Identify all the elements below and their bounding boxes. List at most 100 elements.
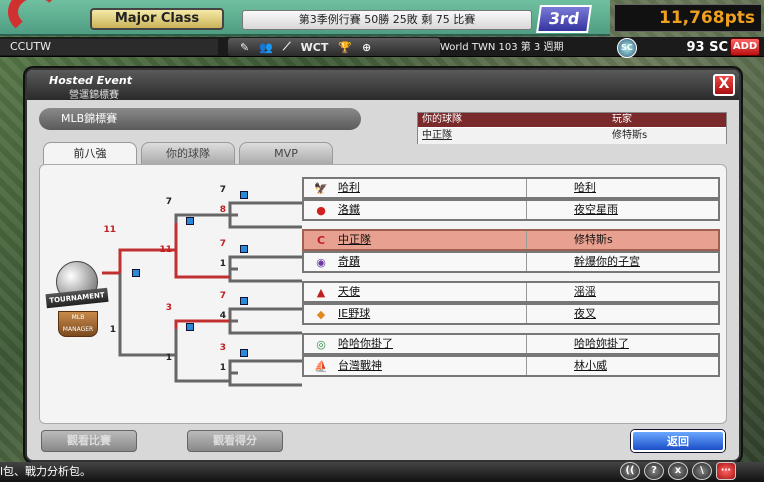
sc-balance: 93 SC xyxy=(686,40,728,55)
team-name[interactable]: 洛鐵 xyxy=(338,201,360,219)
bat-tool-icon[interactable]: \ xyxy=(692,462,712,480)
score: 11 xyxy=(103,225,116,235)
season-status: 第3季例行賽 50勝 25敗 剩 75 比賽 xyxy=(242,10,532,30)
score: 1 xyxy=(165,353,172,363)
bracket-line-r1-c xyxy=(228,307,302,335)
your-team-header: 你的球隊 xyxy=(422,114,462,125)
purple-ball-icon: ◉ xyxy=(316,256,326,269)
divider xyxy=(526,283,527,301)
table-row[interactable]: ◎ 哈哈你掛了 哈哈妳掛了 xyxy=(302,333,720,355)
score: 3 xyxy=(219,343,226,353)
bracket-node-final xyxy=(132,269,140,277)
wct-menu-button[interactable]: WCT xyxy=(301,41,329,54)
bracket-node-q2 xyxy=(240,245,248,253)
score: 7 xyxy=(219,239,226,249)
team-name[interactable]: IE野球 xyxy=(338,305,370,323)
team-name[interactable]: 天使 xyxy=(338,283,360,301)
team-name[interactable]: 奇蹟 xyxy=(338,253,360,271)
back-button[interactable]: 返回 xyxy=(631,430,725,452)
team-name[interactable]: 哈利 xyxy=(338,179,360,197)
table-row[interactable]: 🦅 哈利 哈利 xyxy=(302,177,720,199)
rank-badge: 3rd xyxy=(536,5,592,33)
score: 7 xyxy=(219,291,226,301)
chat-icon[interactable]: ⋯ xyxy=(716,462,736,480)
green-logo-icon: ◎ xyxy=(316,338,326,351)
dialog-subtitle: 營運錦標賽 xyxy=(69,90,119,101)
divider xyxy=(526,231,527,249)
table-row[interactable]: ▲ 天使 滛滛 xyxy=(302,281,720,303)
player-name[interactable]: 哈哈妳掛了 xyxy=(574,335,629,353)
bracket-node-semi-2 xyxy=(186,323,194,331)
team-name[interactable]: 哈哈你掛了 xyxy=(338,335,393,353)
score: 1 xyxy=(219,363,226,373)
close-icon[interactable]: X xyxy=(713,74,735,96)
bracket-node-q4 xyxy=(240,349,248,357)
your-team-name[interactable]: 中正隊 xyxy=(422,128,452,144)
red-bird-icon: ● xyxy=(316,204,326,217)
divider xyxy=(526,201,527,219)
player-name[interactable]: 夜空星雨 xyxy=(574,201,618,219)
score: 7 xyxy=(219,185,226,195)
divider xyxy=(526,253,527,271)
world-info: World TWN 103 第 3 週期 xyxy=(440,42,564,53)
glove-icon[interactable]: ✎ xyxy=(240,41,249,54)
table-row[interactable]: ◆ IE野球 夜叉 xyxy=(302,303,720,325)
bracket-line-r1-b xyxy=(228,255,302,283)
points-display: 11,768pts xyxy=(614,4,762,32)
eagle-icon: 🦅 xyxy=(314,182,328,195)
bracket-panel: TOURNAMENT MLB MANAGER 7 8 7 1 7 4 3 1 7… xyxy=(39,164,727,424)
plus-icon[interactable]: ⊕ xyxy=(362,41,371,54)
class-badge: Major Class xyxy=(90,8,224,30)
bottom-icons: (( ? x \ ⋯ xyxy=(620,462,736,482)
add-sc-button[interactable]: ADD xyxy=(730,38,760,56)
hosted-event-dialog: Hosted Event 營運錦標賽 X MLB錦標賽 你的球隊 玩家 中正隊 … xyxy=(25,68,741,462)
divider xyxy=(526,179,527,197)
player-name[interactable]: 夜叉 xyxy=(574,305,596,323)
team-icon[interactable]: 👥 xyxy=(259,41,273,54)
view-score-button[interactable]: 觀看得分 xyxy=(187,430,283,452)
your-team-row: 中正隊 修特斯s xyxy=(418,128,726,144)
event-name: MLB錦標賽 xyxy=(39,108,361,130)
player-name[interactable]: 哈利 xyxy=(574,179,596,197)
table-row[interactable]: ● 洛鐵 夜空星雨 xyxy=(302,199,720,221)
divider xyxy=(526,335,527,353)
rewind-icon[interactable]: (( xyxy=(620,462,640,480)
score: 11 xyxy=(159,245,172,255)
your-team-table-header: 你的球隊 玩家 xyxy=(418,113,726,127)
bracket-node-q1 xyxy=(240,191,248,199)
table-row-highlighted[interactable]: C 中正隊 修特斯s xyxy=(302,229,720,251)
score: 3 xyxy=(165,303,172,313)
player-name[interactable]: 幹爆你的子宮 xyxy=(574,253,640,271)
player-name: 修特斯s xyxy=(574,233,613,246)
tab-top-eight[interactable]: 前八強 xyxy=(43,142,137,166)
player-name[interactable]: 林小威 xyxy=(574,357,607,375)
orange-bird-icon: ◆ xyxy=(316,308,326,321)
trophy-icon[interactable]: 🏆 xyxy=(338,41,352,54)
ship-icon: ⛵ xyxy=(314,360,328,373)
mute-icon[interactable]: x xyxy=(668,462,688,480)
divider xyxy=(526,357,527,375)
table-row[interactable]: ◉ 奇蹟 幹爆你的子宮 xyxy=(302,251,720,273)
your-team-table: 你的球隊 玩家 中正隊 修特斯s xyxy=(417,112,727,144)
angel-a-icon: ▲ xyxy=(316,286,326,299)
score: 7 xyxy=(165,197,172,207)
divider xyxy=(526,305,527,323)
bat-icon[interactable]: ⟋ xyxy=(283,40,291,54)
sc-coin-icon: SC xyxy=(617,38,637,58)
tab-your-team[interactable]: 你的球隊 xyxy=(141,142,235,164)
bracket-line-r1-d xyxy=(228,359,302,387)
tab-mvp[interactable]: MVP xyxy=(239,142,333,164)
table-row[interactable]: ⛵ 台灣戰神 林小威 xyxy=(302,355,720,377)
help-icon[interactable]: ? xyxy=(644,462,664,480)
player-name[interactable]: 滛滛 xyxy=(574,283,596,301)
score: 1 xyxy=(219,259,226,269)
dialog-header: Hosted Event 營運錦標賽 X xyxy=(27,70,739,101)
bracket-node-q3 xyxy=(240,297,248,305)
username-label: CCUTW xyxy=(0,39,218,55)
bracket-line-r1-a xyxy=(228,201,302,229)
team-name[interactable]: 中正隊 xyxy=(338,231,371,249)
team-name[interactable]: 台灣戰神 xyxy=(338,357,382,375)
your-player-name: 修特斯s xyxy=(612,130,648,141)
view-match-button[interactable]: 觀看比賽 xyxy=(41,430,137,452)
main-menu: ✎ 👥 ⟋ WCT 🏆 ⊕ xyxy=(228,38,440,56)
